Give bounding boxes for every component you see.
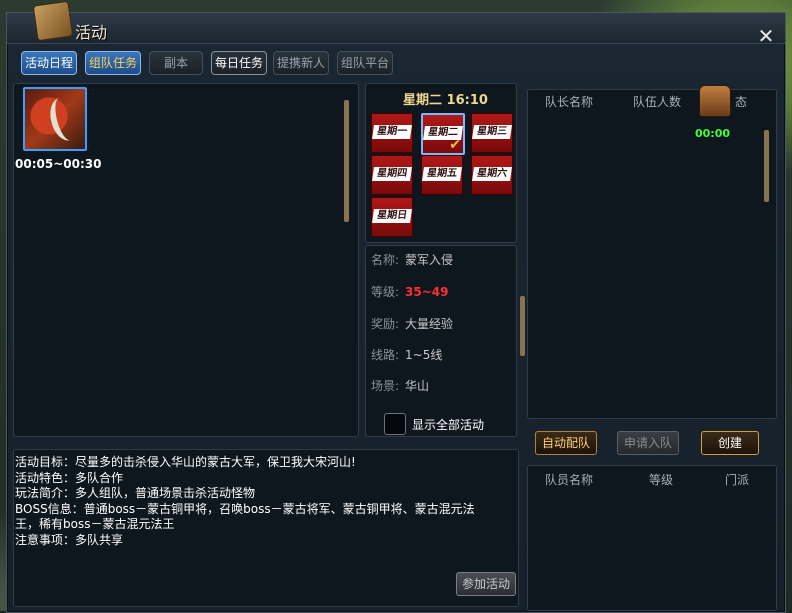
checkmark-icon: ✔ — [449, 137, 461, 153]
description-line: 注意事项：多队共享 — [15, 532, 124, 547]
detail-scene: 场景: 华山 — [371, 377, 429, 394]
col-member-sect: 门派 — [725, 473, 750, 487]
day-label: 星期五 — [422, 167, 462, 181]
day-label: 星期四 — [372, 167, 412, 181]
activity-list-scrollbar[interactable] — [344, 100, 349, 222]
description-line: 玩法简介：多人组队，普通场景击杀活动怪物 — [15, 486, 256, 500]
tab-mentor-newbie[interactable]: 提携新人 — [273, 51, 329, 75]
activity-details — [365, 245, 525, 437]
detail-name: 名称: 蒙军入侵 — [371, 251, 453, 268]
detail-label: 线路: — [371, 348, 400, 362]
team-list — [527, 89, 777, 419]
detail-value: 1~5线 — [405, 348, 443, 362]
detail-line: 线路: 1~5线 — [371, 346, 442, 363]
auto-match-button[interactable]: 自动配队 — [535, 431, 597, 455]
day-wednesday[interactable]: 星期三 — [471, 113, 513, 153]
join-activity-button[interactable]: 参加活动 — [456, 572, 516, 596]
show-all-label: 显示全部活动 — [412, 418, 485, 432]
treasure-chest-icon[interactable] — [699, 85, 731, 117]
detail-label: 奖励: — [371, 317, 400, 331]
col-team-size: 队伍人数 — [633, 95, 682, 109]
create-team-button[interactable]: 创建 — [701, 431, 759, 455]
description-line: 活动目标：尽量多的击杀侵入华山的蒙古大军，保卫我大宋河山! — [15, 455, 356, 469]
detail-value: 大量经验 — [405, 317, 454, 331]
apply-join-button[interactable]: 申请入队 — [617, 431, 679, 455]
detail-value: 35~49 — [405, 285, 449, 299]
title-bar[interactable]: 活动 ✕ — [7, 0, 785, 46]
day-label: 星期三 — [472, 125, 512, 139]
description-text: 活动目标：尽量多的击杀侵入华山的蒙古大军，保卫我大宋河山! 活动特色：多队合作 … — [15, 455, 515, 548]
scroll-thumb[interactable] — [344, 100, 349, 222]
activity-scroll-icon — [32, 0, 74, 42]
activity-time: 00:05~00:30 — [15, 157, 102, 171]
day-label: 星期一 — [372, 125, 412, 139]
window-title: 活动 — [75, 23, 108, 42]
activity-window: 活动 ✕ 活动日程 组队任务 副本 每日任务 提携新人 组队平台 00:05~0… — [6, 0, 786, 613]
detail-label: 场景: — [371, 379, 400, 393]
col-member-name: 队员名称 — [545, 473, 594, 487]
col-status: 态 — [735, 95, 748, 109]
details-scrollbar[interactable] — [520, 296, 525, 356]
detail-label: 等级: — [371, 285, 400, 299]
tab-activity-schedule[interactable]: 活动日程 — [21, 51, 77, 75]
detail-label: 名称: — [371, 253, 400, 267]
detail-value: 华山 — [405, 379, 430, 393]
description-line: 活动特色：多队合作 — [15, 470, 124, 485]
chest-timer: 00:00 — [695, 127, 731, 140]
blade-shape — [45, 94, 85, 144]
day-thursday[interactable]: 星期四 — [371, 155, 413, 195]
detail-level: 等级: 35~49 — [371, 283, 449, 300]
team-list-scrollbar[interactable] — [764, 130, 769, 202]
day-sunday[interactable]: 星期日 — [371, 197, 413, 237]
scroll-thumb[interactable] — [764, 130, 769, 202]
col-member-level: 等级 — [649, 473, 674, 487]
day-friday[interactable]: 星期五 — [421, 155, 463, 195]
tab-daily-task[interactable]: 每日任务 — [211, 51, 267, 75]
description-line: BOSS信息：普通boss－蒙古铜甲将，召唤boss－蒙古将军、蒙古铜甲将、蒙古… — [15, 501, 475, 516]
day-tuesday[interactable]: 星期二 ✔ — [421, 113, 465, 155]
tab-team-quest[interactable]: 组队任务 — [85, 51, 141, 75]
col-leader-name: 队长名称 — [545, 95, 594, 109]
day-monday[interactable]: 星期一 — [371, 113, 413, 153]
tab-team-platform[interactable]: 组队平台 — [337, 51, 393, 75]
description-line: 王，稀有boss－蒙古混元法王 — [15, 517, 175, 531]
detail-reward: 奖励: 大量经验 — [371, 315, 453, 332]
day-label: 星期日 — [372, 209, 412, 223]
detail-value: 蒙军入侵 — [405, 253, 454, 267]
tab-dungeon[interactable]: 副本 — [149, 51, 203, 75]
scroll-thumb[interactable] — [520, 296, 525, 356]
day-saturday[interactable]: 星期六 — [471, 155, 513, 195]
warrior-blade-icon[interactable] — [23, 87, 87, 151]
close-icon[interactable]: ✕ — [757, 26, 775, 46]
current-day-time: 星期二 16:10 — [403, 93, 488, 108]
day-label: 星期六 — [472, 167, 512, 181]
show-all-checkbox[interactable] — [384, 413, 406, 435]
